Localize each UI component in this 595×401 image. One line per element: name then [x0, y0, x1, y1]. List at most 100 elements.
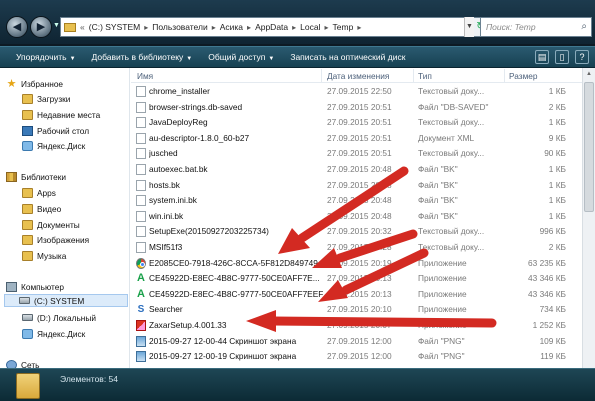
file-row[interactable]: jusched 27.09.2015 20:51 Текстовый доку...…: [131, 145, 581, 160]
file-size: 1 КБ: [548, 179, 566, 190]
column-divider[interactable]: [413, 69, 414, 82]
file-row[interactable]: au-descriptor-1.8.0_60-b27 27.09.2015 20:…: [131, 130, 581, 145]
chevron-right-icon[interactable]: ▸: [357, 23, 361, 32]
column-header: Имя Дата изменения Тип Размер: [131, 68, 595, 83]
help-icon[interactable]: ?: [575, 50, 589, 64]
nav-desktop[interactable]: Рабочий стол: [22, 124, 89, 137]
file-type: Приложение: [418, 288, 467, 299]
nav-apps[interactable]: Apps: [22, 186, 56, 199]
chevron-right-icon[interactable]: ▸: [247, 23, 251, 32]
file-row[interactable]: 2015-09-27 12-00-19 Скриншот экрана 27.09…: [131, 348, 581, 363]
chevron-right-icon[interactable]: ▸: [212, 23, 216, 32]
nav-label: Избранное: [21, 78, 64, 89]
file-row[interactable]: 2015-09-27 12-00-44 Скриншот экрана 27.09…: [131, 333, 581, 348]
forward-button[interactable]: ▶: [30, 16, 52, 38]
file-size: 2 КБ: [548, 242, 566, 252]
yandex-disk-icon: [22, 328, 33, 339]
path-segment[interactable]: Пользователи: [152, 22, 207, 32]
address-path[interactable]: « (C:) SYSTEM ▸ Пользователи ▸ Асика ▸ A…: [60, 17, 472, 37]
column-size[interactable]: Размер: [509, 71, 538, 81]
nav-yandex-disk-2[interactable]: Яндекс.Диск: [22, 327, 85, 340]
nav-network[interactable]: Сеть: [6, 358, 39, 368]
burn-button[interactable]: Записать на оптический диск: [290, 52, 405, 62]
path-overflow[interactable]: «: [80, 22, 85, 32]
column-name[interactable]: Имя: [137, 71, 153, 81]
view-options-icon[interactable]: ▤: [535, 50, 549, 64]
nav-drive-c[interactable]: (C:) SYSTEM: [4, 294, 128, 307]
organize-button[interactable]: Упорядочить ▼: [16, 52, 76, 62]
file-type: Текстовый доку...: [418, 242, 485, 252]
nav-downloads[interactable]: Загрузки: [22, 92, 70, 105]
add-to-library-button[interactable]: Добавить в библиотеку ▼: [92, 52, 193, 62]
file-date: 27.09.2015 20:51: [327, 101, 392, 112]
vertical-scrollbar[interactable]: ▲: [582, 68, 595, 368]
nav-favorites[interactable]: ★ Избранное: [6, 77, 64, 90]
nav-video[interactable]: Видео: [22, 202, 61, 215]
file-row[interactable]: ZaxarSetup.4.001.33 27.09.2015 20:07 Прило…: [131, 317, 581, 332]
path-segment[interactable]: Local: [300, 22, 320, 32]
nav-drive-d[interactable]: (D:) Локальный: [22, 311, 96, 324]
file-row[interactable]: A CE45922D-E8EC-4B8C-9777-50CE0AFF7EEF 27.…: [131, 286, 581, 301]
chevron-right-icon[interactable]: ▸: [144, 23, 148, 32]
history-dropdown-icon[interactable]: ▼: [53, 22, 60, 29]
chevron-right-icon[interactable]: ▸: [292, 23, 296, 32]
file-row[interactable]: browser-strings.db-saved 27.09.2015 20:51…: [131, 99, 581, 114]
file-list[interactable]: Имя Дата изменения Тип Размер chrome_ins…: [131, 68, 595, 368]
file-row[interactable]: E2085CE0-7918-426C-8CCA-5F812D849749 27.0…: [131, 255, 581, 270]
file-date: 27.09.2015 20:51: [327, 132, 392, 143]
computer-icon: [6, 281, 17, 292]
nav-music[interactable]: Музыка: [22, 249, 66, 262]
scroll-up-icon[interactable]: ▲: [583, 68, 595, 80]
path-segment[interactable]: AppData: [255, 22, 288, 32]
command-bar: Упорядочить ▼ Добавить в библиотеку ▼ Общи…: [0, 46, 595, 68]
add-to-library-label: Добавить в библиотеку: [91, 52, 184, 62]
file-date: 27.09.2015 20:48: [327, 179, 392, 190]
share-button[interactable]: Общий доступ ▼: [208, 52, 274, 62]
file-name: ZaxarSetup.4.001.33: [149, 320, 227, 330]
nav-label: Загрузки: [37, 93, 71, 104]
nav-recent-places[interactable]: Недавние места: [22, 108, 100, 121]
document-icon: [136, 101, 146, 113]
chevron-right-icon[interactable]: ▸: [325, 23, 329, 32]
address-dropdown-icon[interactable]: ▼: [464, 17, 474, 37]
documents-folder-icon: [22, 219, 33, 230]
nav-computer[interactable]: Компьютер: [6, 280, 64, 293]
column-date[interactable]: Дата изменения: [327, 71, 389, 81]
path-segment[interactable]: Temp: [333, 22, 354, 32]
back-button[interactable]: ◀: [6, 16, 28, 38]
file-row[interactable]: hosts.bk 27.09.2015 20:48 Файл "BK" 1 КБ: [131, 177, 581, 192]
file-row[interactable]: A CE45922D-E8EC-4B8C-9777-50CE0AFF7E... 27…: [131, 270, 581, 285]
column-divider[interactable]: [504, 69, 505, 82]
nav-yandex-disk[interactable]: Яндекс.Диск: [22, 139, 85, 152]
nav-images[interactable]: Изображения: [22, 233, 89, 246]
file-date: 27.09.2015 20:48: [327, 195, 392, 206]
path-segment[interactable]: (C:) SYSTEM: [89, 22, 140, 32]
file-name: 2015-09-27 12-00-44 Скриншот экрана: [149, 335, 297, 346]
file-row[interactable]: autoexec.bat.bk 27.09.2015 20:48 Файл "BK"…: [131, 161, 581, 176]
scrollbar-thumb[interactable]: [584, 82, 594, 212]
document-icon: [136, 210, 146, 222]
search-icon[interactable]: ⌕: [581, 21, 587, 32]
file-row[interactable]: JavaDeployReg 27.09.2015 20:51 Текстовый д…: [131, 114, 581, 129]
nav-libraries[interactable]: Библиотеки: [6, 170, 66, 183]
organize-label: Упорядочить: [16, 52, 67, 62]
file-row[interactable]: chrome_installer 27.09.2015 22:50 Текстовы…: [131, 83, 581, 98]
file-row[interactable]: win.ini.bk 27.09.2015 20:48 Файл "BK" 1 КБ: [131, 208, 581, 223]
file-size: 1 КБ: [548, 164, 566, 174]
file-row[interactable]: SetupExe(20150927203225734) 27.09.2015 20…: [131, 223, 581, 238]
column-divider[interactable]: [321, 69, 322, 82]
column-type[interactable]: Тип: [418, 71, 432, 81]
navigation-pane[interactable]: ★ Избранное Загрузки Недавние места Рабоч…: [0, 68, 130, 368]
document-icon: [136, 179, 146, 191]
preview-pane-icon[interactable]: ▯: [555, 50, 569, 64]
chevron-down-icon: ▼: [186, 56, 193, 62]
nav-documents[interactable]: Документы: [22, 218, 80, 231]
search-input[interactable]: Поиск: Temp ⌕: [480, 17, 592, 37]
search-placeholder: Поиск: Temp: [486, 22, 536, 32]
file-name: au-descriptor-1.8.0_60-b27: [149, 132, 250, 143]
file-row[interactable]: system.ini.bk 27.09.2015 20:48 Файл "BK" 1 …: [131, 192, 581, 207]
file-row[interactable]: S Searcher 27.09.2015 20:10 Приложение 734 К…: [131, 301, 581, 316]
path-segment[interactable]: Асика: [220, 22, 243, 32]
file-date: 27.09.2015 20:51: [327, 148, 392, 159]
file-row[interactable]: MSIf51f3 27.09.2015 20:28 Текстовый доку..…: [131, 239, 581, 254]
